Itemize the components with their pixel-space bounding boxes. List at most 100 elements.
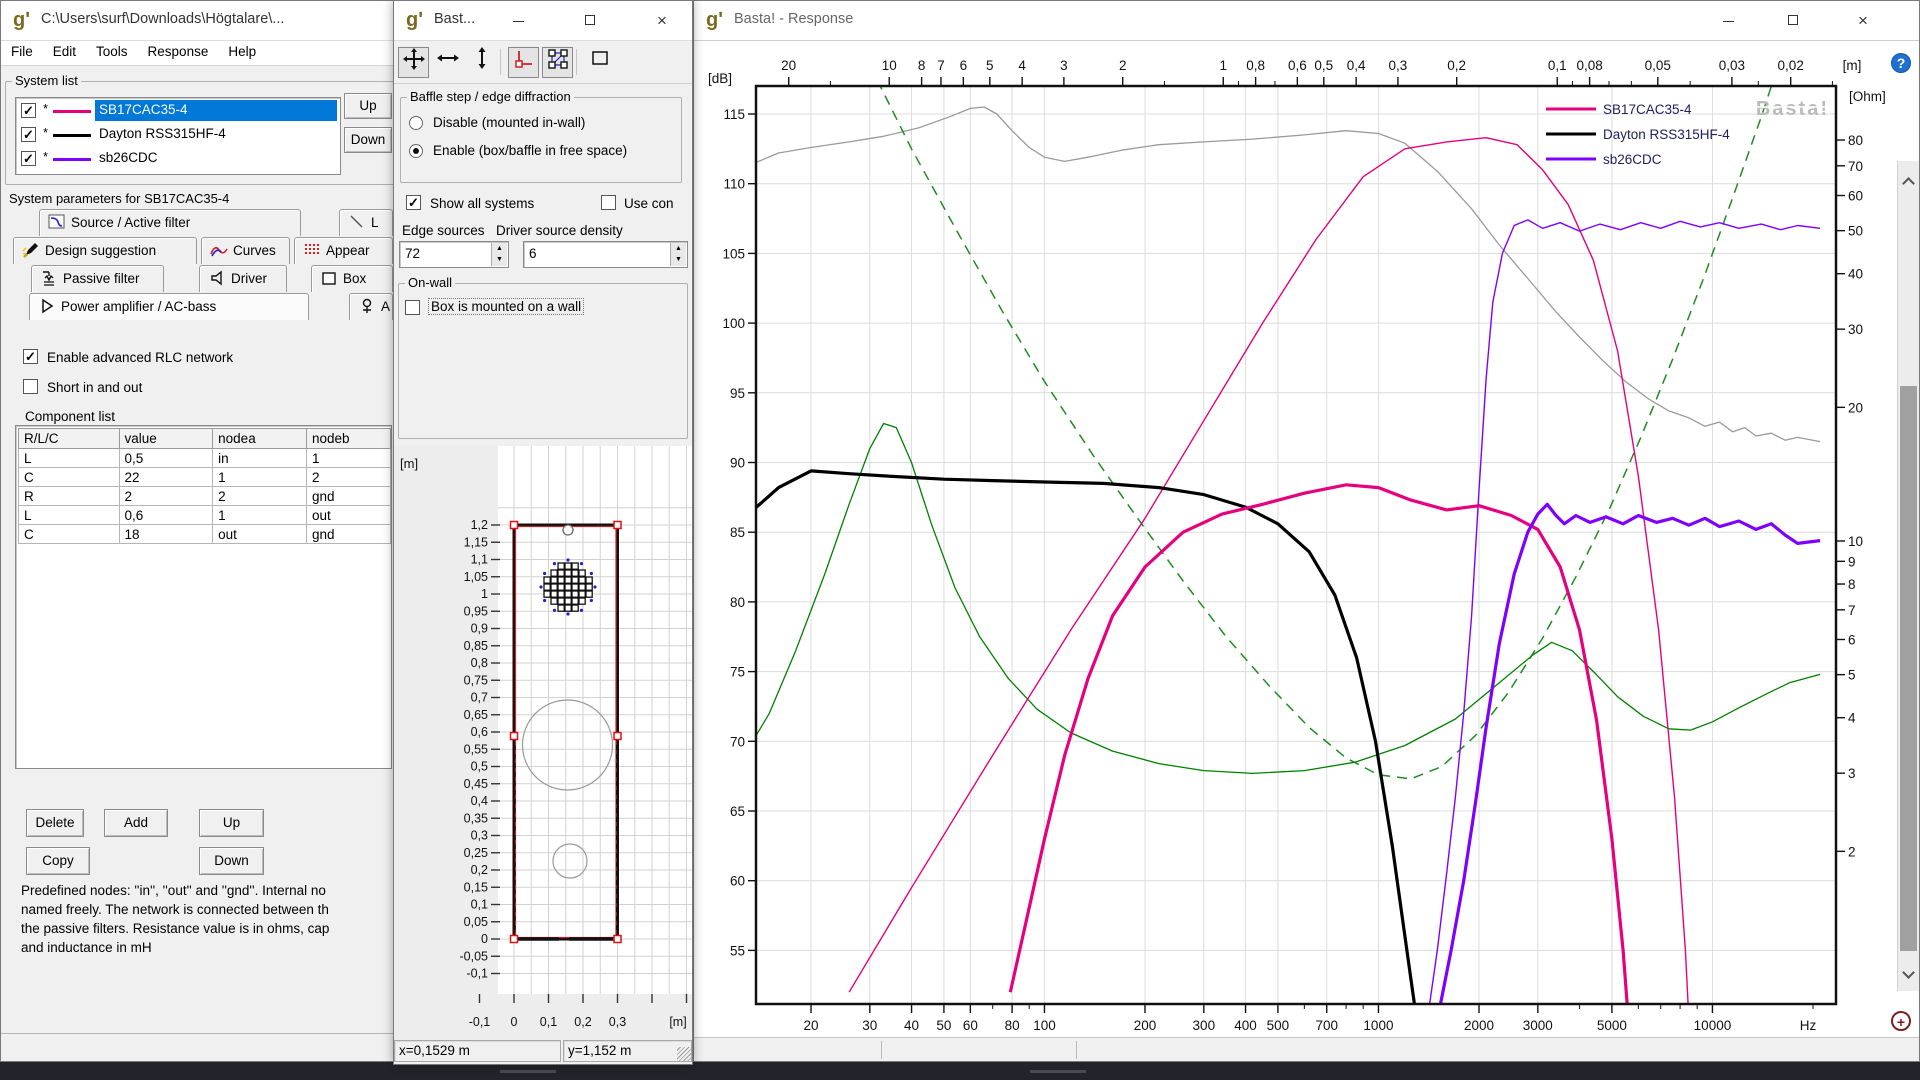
component-cell[interactable]: 2 [305,467,391,487]
component-cell[interactable]: 0,5 [118,448,214,468]
system-up-button[interactable]: Up [344,93,392,119]
edge-sources-spinner[interactable]: ▲ ▼ [491,243,507,266]
component-cell[interactable]: 2 [118,486,214,506]
copy-button[interactable]: Copy [26,847,90,875]
driver-density-input[interactable]: 6 ▲ ▼ [523,241,688,268]
baffle-titlebar[interactable]: ɡʹ Bast... × [394,1,692,41]
close-button[interactable]: × [633,1,691,41]
up-button[interactable]: Up [199,809,264,837]
tab-a[interactable]: A [349,293,393,320]
component-column-header[interactable]: value [118,428,214,449]
enable-freespace-radio[interactable] [409,144,423,158]
system-name[interactable]: sb26CDC [95,148,337,169]
component-cell[interactable]: 2 [212,486,307,506]
baffle-handle[interactable] [509,520,519,530]
component-cell[interactable]: L [18,448,120,468]
response-titlebar[interactable]: ɡʹ Basta! - Response × [694,1,1919,41]
system-list-item[interactable]: ✓ * Dayton RSS315HF-4 [17,124,339,146]
menu-item-help[interactable]: Help [218,41,266,62]
component-cell[interactable]: 0,6 [118,505,214,525]
baffle-layout-plot[interactable]: 1,2 1,15 1,1 1,05 1 0,95 0,9 0,85 0,8 0,75 0,7 0,65… [394,446,692,1040]
component-row[interactable]: C 22 1 2 [18,467,391,487]
vertical-arrow-tool-button[interactable] [466,47,497,78]
component-cell[interactable]: gnd [305,486,391,506]
down-button[interactable]: Down [199,847,264,875]
system-list-item[interactable]: ✓ * SB17CAC35-4 [17,100,339,122]
resize-grip[interactable] [677,1047,691,1061]
system-list-item[interactable]: ✓ * sb26CDC [17,148,339,170]
close-button[interactable]: × [1834,1,1892,41]
tab-curves[interactable]: Curves [201,237,290,264]
horizontal-arrow-tool-button[interactable] [432,47,463,78]
help-button[interactable]: ? [1891,53,1911,73]
component-cell[interactable]: 18 [118,524,214,544]
component-row[interactable]: R 2 2 gnd [18,486,391,506]
box-on-wall-checkbox[interactable] [405,300,420,315]
system-down-button[interactable]: Down [344,127,392,153]
menu-item-tools[interactable]: Tools [86,41,138,62]
component-row[interactable]: L 0,6 1 out [18,505,391,525]
component-column-header[interactable]: nodea [212,428,307,449]
delete-button[interactable]: Delete [26,809,84,837]
system-checkbox[interactable]: ✓ [21,127,36,142]
driver-density-spinner[interactable]: ▲ ▼ [670,243,686,266]
component-cell[interactable]: out [212,524,307,544]
component-cell[interactable]: 1 [305,448,391,468]
taskbar[interactable] [0,1062,1920,1080]
component-cell[interactable]: C [18,524,120,544]
menu-item-response[interactable]: Response [138,41,219,62]
restore-button[interactable] [1764,1,1822,41]
baffle-handle[interactable] [613,520,622,530]
system-name[interactable]: SB17CAC35-4 [95,100,337,121]
component-cell[interactable]: R [18,486,120,506]
tab-source-active-filter[interactable]: Source / Active filter [39,209,301,236]
component-cell[interactable]: gnd [305,524,391,544]
component-column-header[interactable]: nodeb [305,428,391,449]
scroll-down-icon[interactable] [1902,966,1915,979]
nodes-tool-button[interactable] [542,47,573,78]
scrollbar-thumb[interactable] [1900,386,1917,951]
system-listbox[interactable]: ✓ * SB17CAC35-4 ✓ * Dayton RSS315HF-4 ✓ * sb26CD… [15,97,341,175]
component-cell[interactable]: out [305,505,391,525]
minimize-button[interactable] [489,1,547,41]
component-cell[interactable]: 1 [212,505,307,525]
component-column-header[interactable]: R/L/C [18,428,120,449]
red-corner-tool-button[interactable] [508,47,539,78]
tab-design-suggestion[interactable]: Design suggestion [13,237,197,264]
minimize-button[interactable] [1699,1,1757,41]
component-cell[interactable]: L [18,505,120,525]
move-tool-button[interactable] [398,47,429,78]
rect-tool-button[interactable] [584,47,615,78]
scroll-up-icon[interactable] [1902,177,1915,190]
baffle-handle[interactable] [613,731,622,741]
component-row[interactable]: L 0,5 in 1 [18,448,391,468]
system-checkbox[interactable]: ✓ [21,151,36,166]
component-cell[interactable]: in [212,448,307,468]
baffle-handle[interactable] [509,934,519,944]
short-in-out-checkbox[interactable] [23,379,38,394]
component-row[interactable]: C 18 out gnd [18,524,391,544]
component-listbox[interactable]: R/L/C value nodea nodeb L 0,5 in 1 C 22 1 2 R 2 2 gnd L 0… [15,425,392,769]
baffle-handle[interactable] [613,934,622,944]
show-all-systems-checkbox[interactable]: ✓ [406,195,421,210]
legend-label[interactable]: sb26CDC [1603,152,1662,167]
tab-driver[interactable]: Driver [199,265,287,292]
system-checkbox[interactable]: ✓ [21,103,36,118]
menu-item-edit[interactable]: Edit [43,41,86,62]
taskbar-app-indicator[interactable] [1030,1070,1086,1073]
tab-passive-filter[interactable]: Passive filter [31,265,164,292]
tweeter-marker[interactable] [562,524,574,536]
taskbar-app-indicator[interactable] [500,1070,556,1073]
edge-sources-input[interactable]: 72 ▲ ▼ [399,241,509,268]
legend-label[interactable]: Dayton RSS315HF-4 [1603,127,1730,142]
component-cell[interactable]: 1 [212,467,307,487]
tab-box[interactable]: Box [311,265,393,292]
disable-inwall-radio[interactable] [409,116,423,130]
maximize-button[interactable] [561,1,619,41]
use-con-checkbox[interactable] [601,195,616,210]
enable-rlc-checkbox[interactable]: ✓ [23,349,38,364]
tab-l[interactable]: L [339,209,393,236]
component-cell[interactable]: 22 [118,467,214,487]
tab-power-amplifier-ac-bass[interactable]: Power amplifier / AC-bass [29,293,309,320]
baffle-handle[interactable] [509,731,519,741]
